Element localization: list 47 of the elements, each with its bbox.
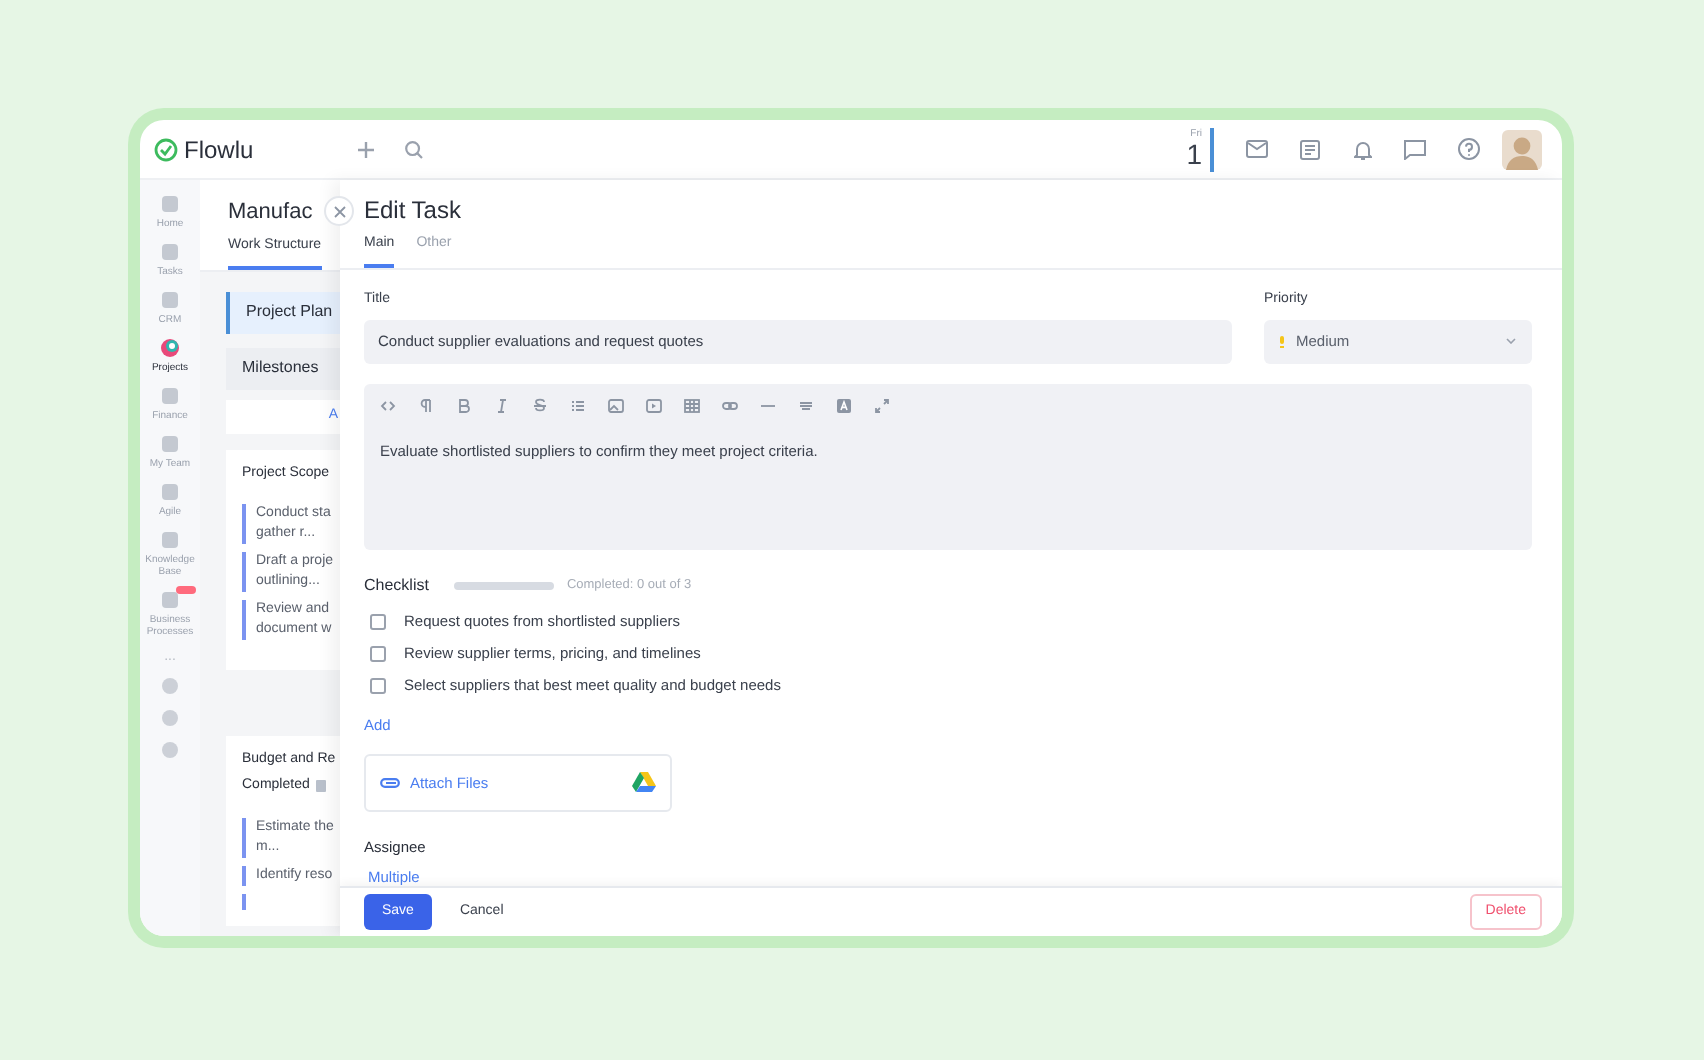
close-button[interactable] [324, 196, 354, 226]
chevron-down-icon [1506, 338, 1516, 344]
checkbox[interactable] [370, 677, 386, 693]
day-number: 1 [1186, 140, 1202, 168]
checkbox[interactable] [370, 613, 386, 629]
align-icon[interactable] [798, 397, 814, 413]
link-icon[interactable] [722, 397, 738, 413]
document-icon [315, 780, 326, 793]
app-logo[interactable]: Flowlu [184, 137, 254, 161]
text-color-icon[interactable] [836, 397, 852, 413]
module-icon [160, 434, 180, 454]
strikethrough-icon[interactable] [532, 397, 548, 413]
close-icon [333, 205, 345, 217]
module-icon [160, 242, 180, 262]
mail-icon[interactable] [1246, 140, 1268, 158]
search-icon[interactable] [403, 139, 424, 159]
italic-icon[interactable] [494, 397, 510, 413]
help-icon[interactable] [1458, 138, 1480, 160]
bell-icon[interactable] [1354, 139, 1372, 159]
expand-icon[interactable] [874, 397, 890, 413]
module-icon [160, 482, 180, 502]
code-icon[interactable] [380, 397, 396, 413]
chat-icon[interactable] [1404, 139, 1426, 159]
panel-title: Edit Task [364, 196, 463, 224]
module-icon [160, 290, 180, 310]
section-item[interactable]: Project Plan [226, 291, 340, 333]
module-icon [160, 530, 180, 550]
checkbox[interactable] [370, 645, 386, 661]
drive-icon[interactable] [632, 772, 656, 793]
paperclip-icon [380, 777, 400, 788]
add-icon[interactable] [355, 139, 376, 159]
image-icon[interactable] [608, 397, 624, 413]
bold-icon[interactable] [456, 397, 472, 413]
module-icon [160, 194, 180, 214]
project-title: Manufac [228, 198, 313, 228]
section-item[interactable]: Milestones [226, 347, 340, 389]
paragraph-icon[interactable] [418, 397, 434, 413]
avatar-icon[interactable] [1502, 129, 1542, 169]
table-icon[interactable] [684, 397, 700, 413]
note-icon[interactable] [1300, 139, 1320, 159]
projects-icon [160, 338, 180, 358]
module-icon [160, 590, 180, 610]
checklist-label: Checklist [364, 573, 429, 597]
logo-icon [154, 137, 178, 161]
video-icon[interactable] [646, 397, 662, 413]
list-icon[interactable] [570, 397, 586, 413]
module-icon [160, 386, 180, 406]
